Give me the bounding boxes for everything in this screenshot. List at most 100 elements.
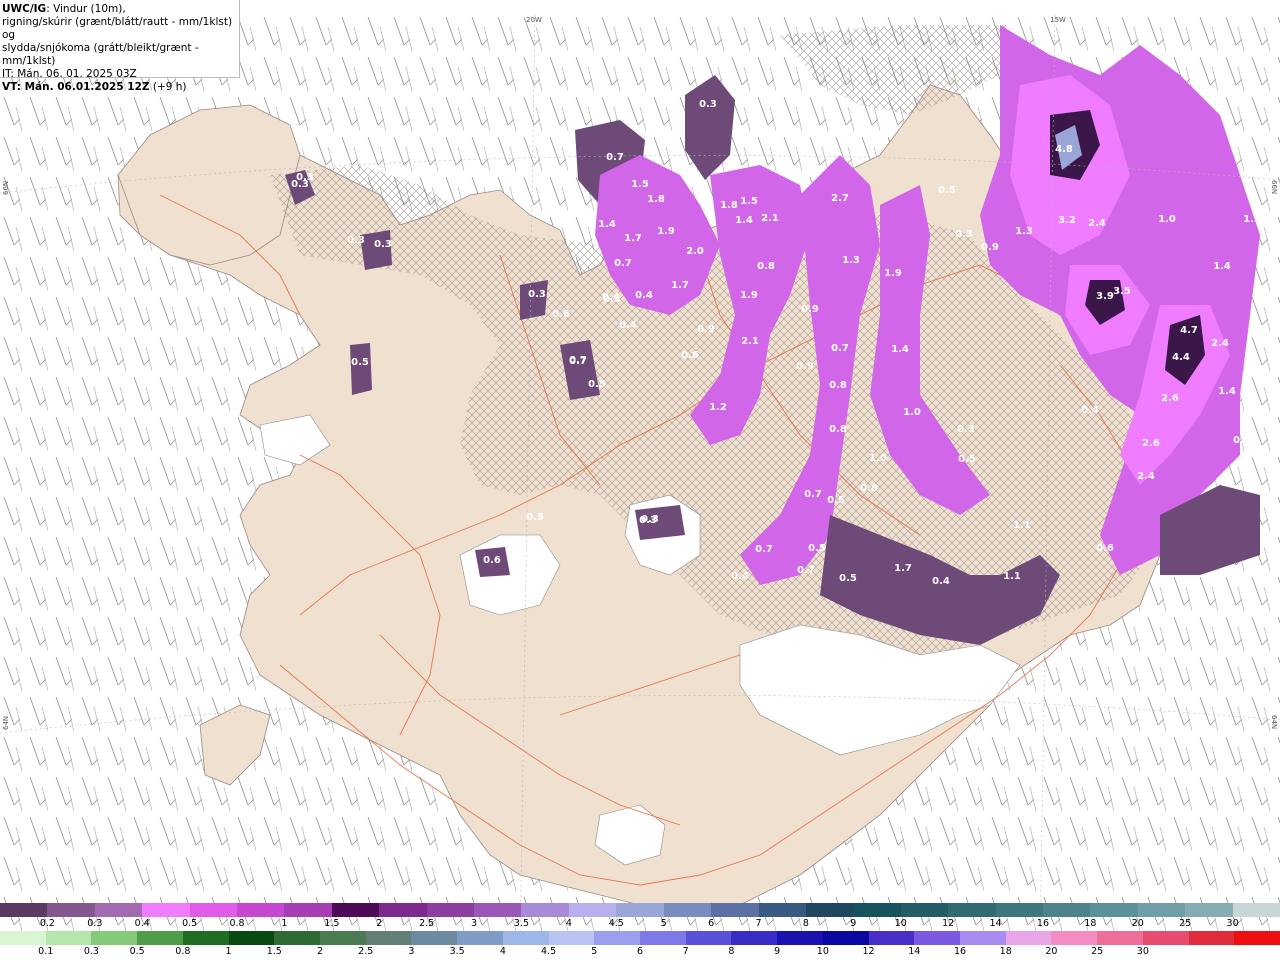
legend-label: 1 bbox=[225, 946, 232, 957]
legend-swatch bbox=[568, 903, 617, 917]
precip-value-label: 0.6 bbox=[1096, 543, 1114, 554]
precip-value-label: 0.7 bbox=[569, 355, 587, 366]
legend-label: 1.5 bbox=[266, 946, 282, 957]
precip-value-label: 1.0 bbox=[1158, 214, 1176, 225]
lon-label-20w: 20W bbox=[526, 16, 542, 24]
legend-swatch bbox=[426, 903, 475, 917]
issue-time: IT: Mán. 06. 01. 2025 03Z bbox=[2, 68, 137, 80]
legend-swatch bbox=[45, 931, 92, 945]
precip-value-label: 4.4 bbox=[1172, 352, 1190, 363]
precip-value-label: 0.9 bbox=[697, 324, 715, 335]
legend-label: 3.5 bbox=[513, 918, 530, 929]
title-line2: rigning/skúrir (grænt/blátt/rautt - mm/1… bbox=[2, 16, 233, 41]
legend-label: 8 bbox=[802, 918, 809, 929]
precip-value-label: 0.3 bbox=[528, 289, 546, 300]
precip-value-label: 1.4 bbox=[1213, 261, 1231, 272]
precip-value-label: 1.8 bbox=[720, 200, 738, 211]
legend-swatch bbox=[284, 903, 333, 917]
legend-swatch bbox=[616, 903, 665, 917]
legend-swatch bbox=[663, 903, 712, 917]
precip-value-label: 0.5 bbox=[808, 543, 826, 554]
legend-label: 30 bbox=[1226, 918, 1239, 929]
precip-value-label: 0.5 bbox=[351, 357, 369, 368]
legend-swatch bbox=[457, 931, 504, 945]
legend-swatch bbox=[640, 931, 687, 945]
precip-value-label: 4.8 bbox=[1055, 144, 1073, 155]
precip-value-label: 1.5 bbox=[740, 196, 758, 207]
legend-swatch bbox=[711, 903, 760, 917]
precip-value-label: 1.1 bbox=[1003, 571, 1021, 582]
precip-value-label: 2.1 bbox=[761, 213, 779, 224]
legend-label: 0.5 bbox=[129, 946, 145, 957]
precip-value-label: 0.7 bbox=[797, 565, 815, 576]
precip-value-label: 2.6 bbox=[1161, 393, 1179, 404]
legend-label: 2.5 bbox=[358, 946, 374, 957]
legend-label: 9 bbox=[850, 918, 857, 929]
precip-value-label: 1.7 bbox=[624, 233, 642, 244]
precip-value-label: 2.1 bbox=[741, 336, 759, 347]
legend-swatch bbox=[1232, 903, 1280, 917]
legend-swatch bbox=[182, 931, 230, 945]
precip-value-label: 1.7 bbox=[894, 563, 912, 574]
legend-swatch bbox=[758, 903, 807, 917]
precip-value-label: 0.4 bbox=[932, 576, 950, 587]
precip-value-label: 0.9 bbox=[801, 304, 819, 315]
legend-swatch bbox=[502, 931, 550, 945]
legend-swatch bbox=[331, 903, 380, 917]
legend-label: 2 bbox=[376, 918, 383, 929]
legend-label: 3 bbox=[471, 918, 478, 929]
legend-swatch bbox=[474, 903, 522, 917]
legend-swatch bbox=[379, 903, 428, 917]
legend-label: 2.5 bbox=[419, 918, 435, 929]
legend-swatch bbox=[1142, 931, 1190, 945]
legend-swatch bbox=[685, 931, 732, 945]
precip-value-label: 0.3 bbox=[699, 99, 717, 110]
legend-label: 12 bbox=[942, 918, 955, 929]
legend-label: 7 bbox=[755, 918, 762, 929]
precip-value-label: 1.1 bbox=[1013, 520, 1031, 531]
precip-value-label: 1.0 bbox=[903, 407, 921, 418]
legend-label: 4 bbox=[499, 946, 506, 957]
legend-swatch bbox=[960, 931, 1007, 945]
legend-swatch bbox=[995, 903, 1044, 917]
legend-swatch bbox=[0, 903, 48, 917]
legend-swatch bbox=[1042, 903, 1091, 917]
precip-value-label: 0.4 bbox=[619, 320, 637, 331]
legend-label: 25 bbox=[1091, 946, 1104, 957]
precip-value-label: 0.6 bbox=[681, 350, 699, 361]
legend-label: 30 bbox=[1136, 946, 1149, 957]
legend-snowfall-scale bbox=[0, 903, 1280, 917]
legend-swatch bbox=[868, 931, 915, 945]
precip-value-label: 1.7 bbox=[671, 280, 689, 291]
precip-value-label: 0.7 bbox=[755, 544, 773, 555]
precip-value-label: 0.7 bbox=[831, 343, 849, 354]
legend-rain-labels: 0.1 0.3 0.5 0.8 1 1.5 2 2.5 3 3.5 4 4.5 5 6 7 8 9 10 12 14 1… bbox=[0, 946, 1280, 958]
legend-label: 5 bbox=[591, 946, 598, 957]
precip-value-label: 2.7 bbox=[831, 193, 849, 204]
legend-swatch bbox=[1188, 931, 1235, 945]
precip-value-label: 0.8 bbox=[757, 261, 775, 272]
legend-label: 12 bbox=[862, 946, 875, 957]
precip-value-label: 0.8 bbox=[860, 483, 878, 494]
legend-label: 25 bbox=[1179, 918, 1192, 929]
legend-label: 0.2 bbox=[39, 918, 55, 929]
legend-label: 16 bbox=[953, 946, 967, 957]
legend-swatch bbox=[0, 931, 47, 945]
legend-label: 14 bbox=[908, 946, 921, 957]
legend-swatch bbox=[1051, 931, 1098, 945]
legend-label: 6 bbox=[636, 946, 644, 957]
precip-value-label: 1.9 bbox=[740, 290, 758, 301]
title-line1: : Vindur (10m), bbox=[46, 3, 126, 15]
legend-swatch bbox=[1097, 931, 1144, 945]
lat-label-64n-left: 64N bbox=[2, 716, 10, 730]
legend-swatch bbox=[47, 903, 96, 917]
precip-value-label: 1.5 bbox=[631, 179, 649, 190]
precip-value-label: 0.4 bbox=[1081, 405, 1099, 416]
legend-swatch bbox=[189, 903, 238, 917]
precip-value-label: 0.5 bbox=[958, 454, 976, 465]
precip-value-label: 1.8 bbox=[647, 194, 665, 205]
precip-value-label: 0.3 bbox=[374, 239, 392, 250]
legend-swatch bbox=[228, 931, 275, 945]
legend-swatch bbox=[914, 931, 961, 945]
precip-value-label: 1.9 bbox=[884, 268, 902, 279]
